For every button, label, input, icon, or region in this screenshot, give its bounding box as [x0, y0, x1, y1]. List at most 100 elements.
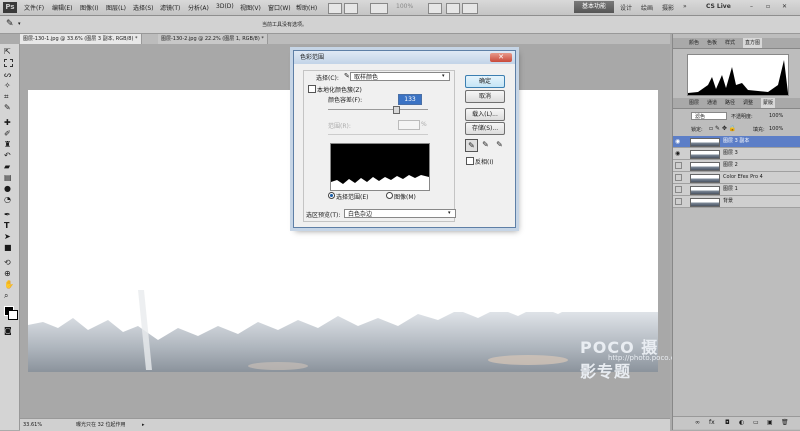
load-button[interactable]: 载入(L)... — [465, 108, 505, 121]
eyedropper-icon[interactable]: ✎ — [4, 103, 14, 112]
select-chevron-down-icon[interactable]: ▾ — [442, 73, 445, 79]
lock-icons[interactable]: ▫ ✎ ✥ 🔒 — [709, 125, 736, 132]
menu-help[interactable]: 帮助(H) — [296, 3, 317, 12]
menu-analysis[interactable]: 分析(A) — [188, 3, 209, 12]
tab-layers[interactable]: 图层 — [687, 98, 701, 108]
selection-radio[interactable] — [328, 192, 335, 199]
image-radio[interactable] — [386, 192, 393, 199]
shape-tool-icon[interactable]: ■ — [4, 243, 14, 252]
eyedropper-subtract-icon[interactable]: ✎ — [494, 139, 505, 150]
brush-tool-icon[interactable]: ✐ — [4, 129, 14, 138]
fuzziness-slider-track[interactable] — [328, 109, 428, 110]
tab-color[interactable]: 颜色 — [687, 38, 701, 48]
cancel-button[interactable]: 取消 — [465, 90, 505, 103]
menu-filter[interactable]: 滤镜(T) — [160, 3, 180, 12]
layer-row[interactable]: Color Efex Pro 4 — [673, 172, 800, 184]
visibility-off-icon[interactable] — [675, 186, 682, 193]
layer-style-icon[interactable]: fx — [709, 417, 715, 429]
eyedropper-add-icon[interactable]: ✎ — [480, 139, 491, 150]
visibility-eye-icon[interactable]: ◉ — [675, 138, 682, 145]
fuzziness-input[interactable]: 133 — [398, 94, 422, 105]
ok-button[interactable]: 确定 — [465, 75, 505, 88]
trash-icon[interactable]: 🗑 — [781, 417, 789, 429]
lasso-tool-icon[interactable]: ᔕ — [4, 70, 14, 79]
blur-tool-icon[interactable]: ● — [4, 184, 14, 193]
menu-layer[interactable]: 图层(L) — [106, 3, 126, 12]
quick-selection-tool-icon[interactable]: ✧ — [4, 81, 14, 90]
dodge-tool-icon[interactable]: ◔ — [4, 195, 14, 204]
hand-icon[interactable]: ✋ — [4, 280, 14, 289]
localized-color-clusters-checkbox[interactable] — [308, 85, 316, 93]
hand-tool-icon[interactable] — [428, 3, 442, 14]
menu-window[interactable]: 窗口(W) — [268, 3, 291, 12]
mini-bridge-icon[interactable] — [344, 3, 358, 14]
visibility-off-icon[interactable] — [675, 174, 682, 181]
3d-rotate-tool-icon[interactable]: ⟲ — [4, 258, 14, 267]
crop-tool-icon[interactable]: ⌗ — [4, 92, 14, 101]
eraser-tool-icon[interactable]: ▰ — [4, 162, 14, 171]
workspace-photography-button[interactable]: 摄影 — [662, 3, 674, 12]
eyedropper-tool-icon[interactable]: ✎ — [6, 19, 14, 29]
clone-stamp-tool-icon[interactable]: ♜ — [4, 140, 14, 149]
new-group-icon[interactable]: ▭ — [753, 417, 759, 429]
menu-view[interactable]: 视图(V) — [240, 3, 261, 12]
menu-file[interactable]: 文件(F) — [24, 3, 44, 12]
move-tool-icon[interactable]: ⇱ — [4, 47, 14, 56]
history-brush-tool-icon[interactable]: ↶ — [4, 151, 14, 160]
view-extras-icon[interactable] — [370, 3, 388, 14]
add-mask-icon[interactable]: ◘ — [725, 417, 730, 429]
selection-preview-dropdown[interactable]: 白色杂边 — [344, 209, 456, 218]
opacity-value[interactable]: 100% — [769, 113, 783, 119]
arrange-documents-icon[interactable] — [446, 3, 460, 14]
visibility-off-icon[interactable] — [675, 162, 682, 169]
tab-paths[interactable]: 路径 — [723, 98, 737, 108]
dialog-close-button[interactable]: ✕ — [490, 53, 512, 62]
type-tool-icon[interactable]: T — [4, 221, 14, 230]
visibility-off-icon[interactable] — [675, 198, 682, 205]
adjustment-layer-icon[interactable]: ◐ — [739, 417, 744, 429]
zoom-tool-icon[interactable]: ⌕ — [4, 291, 14, 300]
quick-mask-icon[interactable]: ◙ — [4, 326, 14, 335]
menu-3d[interactable]: 3D(D) — [216, 3, 234, 10]
tab-masks[interactable]: 蒙版 — [761, 98, 776, 108]
layer-row[interactable]: 图层 1 — [673, 184, 800, 196]
workspace-essentials-button[interactable]: 基本功能 — [574, 1, 614, 13]
3d-camera-tool-icon[interactable]: ⊕ — [4, 269, 14, 278]
tab-styles[interactable]: 样式 — [723, 38, 737, 48]
minimize-icon[interactable]: – — [750, 3, 753, 10]
menu-image[interactable]: 图像(I) — [80, 3, 98, 12]
tab-document-2[interactable]: 图层-130-2.jpg @ 22.2% (图层 1, RGB/8) * — [158, 34, 268, 44]
layer-row[interactable]: 图层 2 — [673, 160, 800, 172]
status-zoom[interactable]: 33.61% — [23, 419, 42, 431]
status-info[interactable]: 曝光只在 32 位起作用 — [76, 419, 126, 431]
link-layers-icon[interactable]: ∞ — [695, 417, 700, 429]
menu-select[interactable]: 选择(S) — [133, 3, 154, 12]
select-dropdown[interactable]: 取样颜色 — [350, 72, 450, 81]
marquee-tool-icon[interactable] — [4, 59, 13, 67]
gradient-tool-icon[interactable]: ▤ — [4, 173, 14, 182]
new-layer-icon[interactable]: ▣ — [767, 417, 773, 429]
workspace-design-button[interactable]: 设计 — [620, 3, 632, 12]
path-selection-tool-icon[interactable]: ➤ — [4, 232, 14, 241]
healing-brush-tool-icon[interactable]: ✚ — [4, 118, 14, 127]
tab-swatches[interactable]: 色板 — [705, 38, 719, 48]
visibility-eye-icon[interactable]: ◉ — [675, 150, 682, 157]
preview-chevron-down-icon[interactable]: ▾ — [448, 210, 451, 216]
tab-histogram[interactable]: 直方图 — [743, 38, 763, 48]
tool-preset-chevron-down-icon[interactable]: ▾ — [18, 21, 21, 27]
pen-tool-icon[interactable]: ✒ — [4, 210, 14, 219]
workspace-painting-button[interactable]: 绘画 — [641, 3, 653, 12]
tab-document-1[interactable]: 图层-130-1.jpg @ 33.6% (图层 3 副本, RGB/8) * — [20, 34, 142, 44]
close-icon[interactable]: ✕ — [782, 3, 787, 10]
layer-row[interactable]: 背景 — [673, 196, 800, 208]
maximize-icon[interactable]: ▫ — [766, 3, 770, 10]
invert-checkbox[interactable] — [466, 157, 474, 165]
cs-live-button[interactable]: CS Live — [706, 3, 731, 10]
status-menu-arrow-icon[interactable]: ▸ — [142, 419, 145, 431]
tab-adjustments[interactable]: 调整 — [741, 98, 755, 108]
screen-mode-icon[interactable] — [462, 3, 478, 14]
layer-row[interactable]: ◉ 图层 3 副本 — [673, 136, 800, 148]
zoom-level-dropdown[interactable]: 100% — [396, 3, 413, 10]
layer-row[interactable]: ◉ 图层 3 — [673, 148, 800, 160]
bridge-icon[interactable] — [328, 3, 342, 14]
